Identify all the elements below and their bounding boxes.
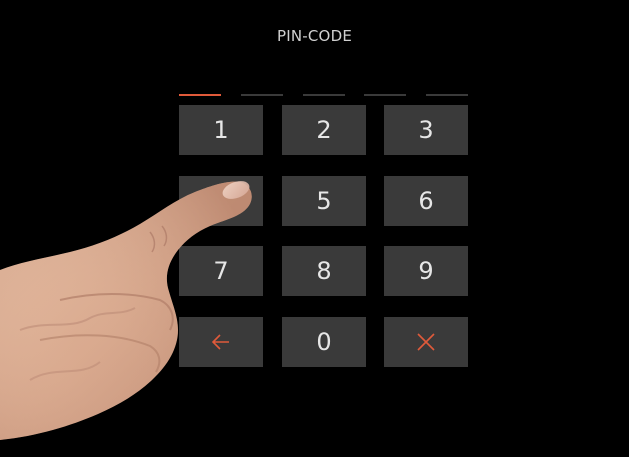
key-label: 6 [418, 187, 434, 215]
key-4-button[interactable]: 4 [179, 176, 263, 226]
key-label: 2 [316, 116, 332, 144]
key-label: 1 [213, 116, 229, 144]
key-1-button[interactable]: 1 [179, 105, 263, 155]
key-7-button[interactable]: 7 [179, 246, 263, 296]
key-6-button[interactable]: 6 [384, 176, 468, 226]
backspace-button[interactable] [179, 317, 263, 367]
key-label: 0 [316, 328, 332, 356]
key-8-button[interactable]: 8 [282, 246, 366, 296]
clear-button[interactable] [384, 317, 468, 367]
key-label: 3 [418, 116, 434, 144]
key-label: 4 [213, 187, 229, 215]
key-label: 9 [418, 257, 434, 285]
pin-digit-indicator [179, 94, 221, 96]
key-0-button[interactable]: 0 [282, 317, 366, 367]
key-3-button[interactable]: 3 [384, 105, 468, 155]
key-label: 7 [213, 257, 229, 285]
page-title: PIN-CODE [276, 27, 352, 45]
key-label: 5 [316, 187, 332, 215]
arrow-left-icon [209, 330, 233, 354]
numeric-keypad: 1 2 3 4 5 6 7 8 9 0 [179, 105, 468, 367]
pin-digit-indicator [364, 94, 406, 96]
key-2-button[interactable]: 2 [282, 105, 366, 155]
pin-digit-indicator [426, 94, 468, 96]
key-5-button[interactable]: 5 [282, 176, 366, 226]
pin-digit-indicator [303, 94, 345, 96]
close-icon [414, 330, 438, 354]
key-9-button[interactable]: 9 [384, 246, 468, 296]
key-label: 8 [316, 257, 332, 285]
pin-code-screen: PIN-CODE 1 2 3 4 5 6 7 8 9 0 [0, 0, 629, 457]
pin-progress-indicator [179, 94, 468, 97]
pin-digit-indicator [241, 94, 283, 96]
